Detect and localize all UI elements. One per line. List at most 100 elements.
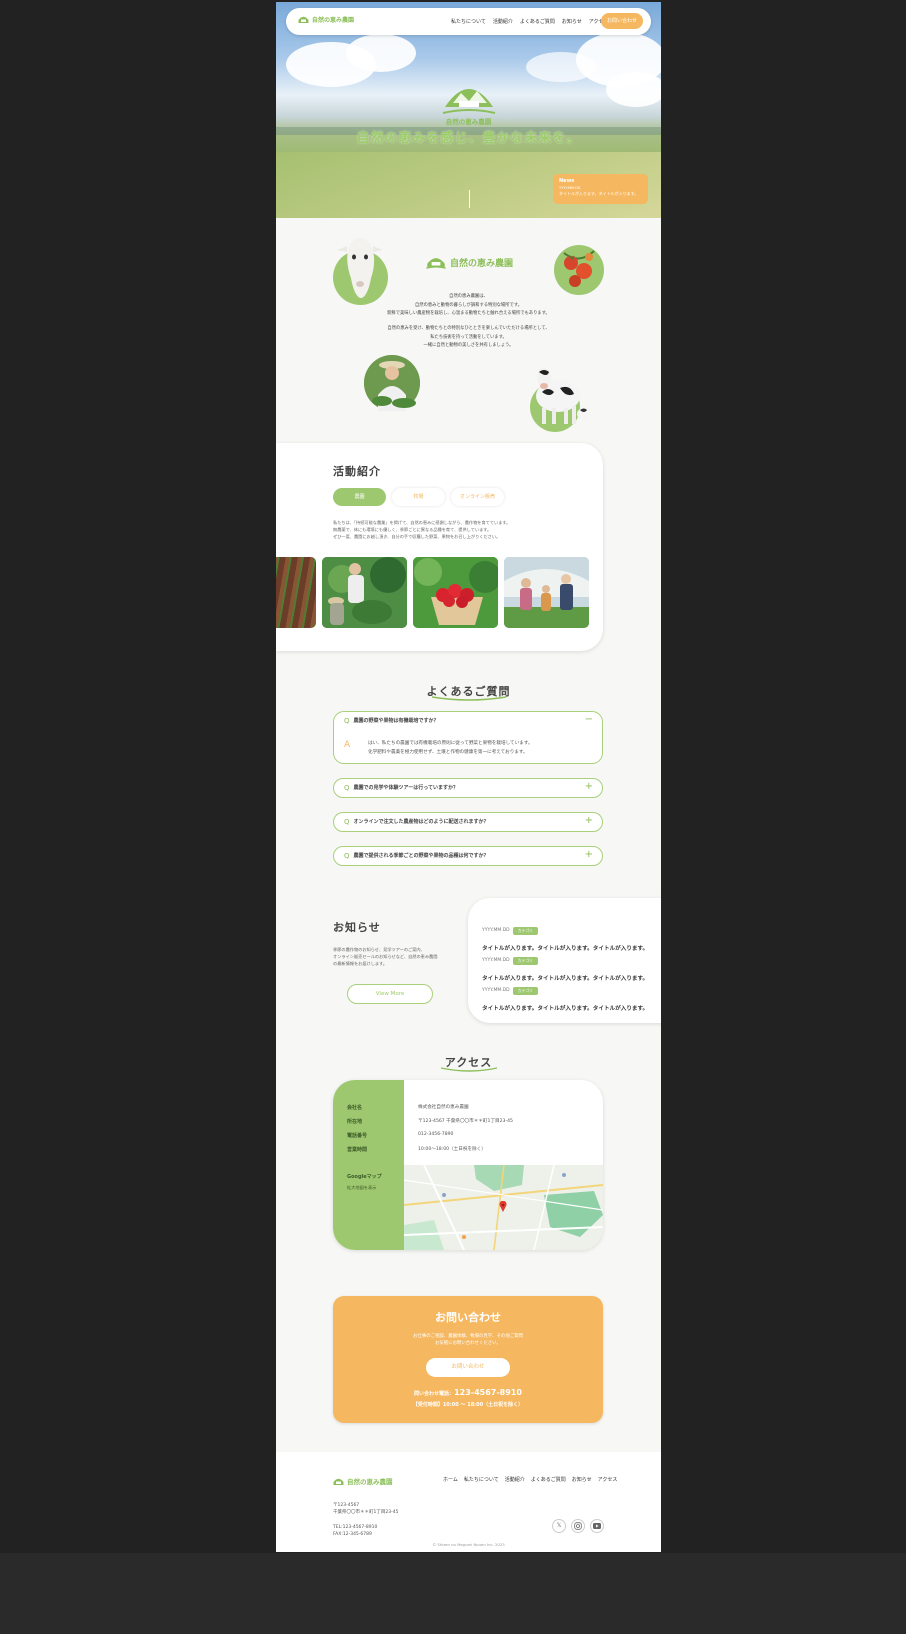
news-date: YYYY.MM.DD — [482, 988, 510, 993]
view-more-button[interactable]: View More — [347, 984, 433, 1004]
faq-item[interactable]: Q オンラインで注文した農産物はどのように配送されますか？ + — [333, 812, 603, 832]
nav-link-faq[interactable]: よくあるご質問 — [520, 18, 555, 25]
youtube-icon[interactable] — [590, 1519, 604, 1533]
contact-phone-label: 問い合わせ電話： — [414, 1391, 455, 1397]
nav-link-about[interactable]: 私たちについて — [451, 18, 486, 25]
bottom-background — [0, 1553, 906, 1634]
scroll-indicator — [469, 190, 470, 208]
hero-section: 自然の恵み農園 私たちについて 活動紹介 よくあるご質問 お知らせ アクセス お… — [276, 2, 661, 218]
footer-link-home[interactable]: ホーム — [443, 1476, 458, 1483]
hero-tagline: 自然の恵みを感じ、豊かな未来を。 — [356, 131, 581, 146]
hero-news-card[interactable]: News YYYY.MM.DD タイトルが入ります。タイトルが入ります。 — [553, 174, 648, 204]
instagram-icon[interactable] — [571, 1519, 585, 1533]
footer-nav: ホーム 私たちについて 活動紹介 よくあるご質問 お知らせ アクセス — [443, 1476, 617, 1483]
about-line: 自然の恵みを受け、動物たちとの特別なひとときを楽しんでいただける場所として、 — [387, 326, 550, 331]
farm-logo-icon — [298, 16, 309, 23]
about-line: 私たち技術を持って活動をしています。 — [430, 334, 507, 340]
activity-photo-team[interactable] — [504, 557, 589, 628]
footer-link-news[interactable]: お知らせ — [572, 1476, 592, 1483]
contact-button[interactable]: お問い合わせ — [426, 1358, 510, 1377]
footer-address: 〒123-4567 千葉県〇〇市＊＊町1丁目23-45 — [333, 1502, 398, 1516]
footer-brand: 自然の恵み農園 — [347, 1478, 393, 1486]
faq-question-text: オンラインで注文した農産物はどのように配送されますか？ — [353, 819, 489, 825]
q-letter: Q — [344, 818, 350, 826]
footer-link-faq[interactable]: よくあるご質問 — [531, 1476, 566, 1483]
faq-question: Q 農園での見学や体験ツアーは行っていますか？ — [344, 784, 458, 792]
farm-logo-icon — [442, 89, 496, 114]
news-item-title: タイトルが入ります。タイトルが入ります。タイトルが入ります。 — [482, 1006, 649, 1012]
activities-line: 私たちは、「持続可能な農業」を掲げて、自然の恵みに感謝しながら、農作物を育ててい… — [333, 520, 511, 525]
tab-online-shop[interactable]: オンライン販売 — [451, 488, 504, 506]
farmer-photo — [364, 355, 420, 411]
activities-line: ぜひ一度、農園にお越し頂き、自分の手で収穫した野菜、果物をお召し上がりください。 — [333, 534, 501, 539]
news-item[interactable]: YYYY.MM.DD カテゴリ タイトルが入ります。タイトルが入ります。タイトルが… — [482, 920, 661, 952]
news-item[interactable]: YYYY.MM.DD カテゴリ タイトルが入ります。タイトルが入ります。タイトルが… — [482, 980, 661, 1012]
contact-description: お仕事のご相談、農園体験、牧場の見学、その他ご質問 お気軽にお問い合わせください… — [333, 1333, 603, 1347]
x-icon[interactable]: 𝕏 — [552, 1519, 566, 1533]
footer-logo[interactable]: 自然の恵み農園 — [333, 1476, 393, 1486]
nav-link-activities[interactable]: 活動紹介 — [493, 18, 513, 25]
title-underline — [440, 1067, 498, 1072]
nav-contact-button[interactable]: お問い合わせ — [601, 13, 643, 29]
faq-answer-text: はい、私たちの農園では有機栽培の原則に従って野菜と果物を栽培しています。 化学肥… — [368, 739, 588, 757]
faq-question-text: 農園での見学や体験ツアーは行っていますか？ — [353, 785, 458, 791]
faq-question: Q オンラインで注文した農産物はどのように配送されますか？ — [344, 818, 489, 826]
tomato-photo — [554, 245, 604, 295]
news-desc-line: オンライン販売セールのお知らせなど、自然の恵み農園 — [333, 954, 438, 959]
hero-brand: 自然の恵み農園 — [445, 118, 492, 126]
about-brand: 自然の恵み農園 — [450, 258, 514, 269]
contact-phone-number[interactable]: 123-4567-8910 — [454, 1388, 522, 1397]
access-value-address: 〒123-4567 千葉県〇〇市＊＊町1丁目23-45 — [418, 1119, 513, 1124]
copyright: © Shizen no Megumi Nouen Inc. 2023 — [432, 1542, 505, 1547]
activity-photo-soil[interactable] — [276, 557, 316, 628]
farm-logo-icon — [426, 258, 446, 269]
footer-link-activities[interactable]: 活動紹介 — [505, 1476, 525, 1483]
about-line: 自然の恵みと動物の暮らしが調和する特別な場所です。 — [415, 302, 522, 308]
activity-photo-farmers[interactable] — [322, 557, 407, 628]
faq-toggle-icon[interactable]: + — [585, 815, 593, 826]
news-item[interactable]: YYYY.MM.DD カテゴリ タイトルが入ります。タイトルが入ります。タイトルが… — [482, 950, 661, 982]
activities-title: 活動紹介 — [333, 465, 381, 478]
faq-answer-line: 化学肥料や農薬を極力使用せず、土壌と作物の健康を第一に考えております。 — [368, 750, 528, 755]
faq-toggle-icon[interactable]: + — [585, 781, 593, 792]
access-value-company: 株式会社自然の恵み農園 — [418, 1105, 469, 1110]
activity-photo-strawberries[interactable] — [413, 557, 498, 628]
hero-news-label: News — [559, 178, 575, 184]
faq-item[interactable]: Q 農園の野菜や果物は有機栽培ですか？ − A はい、私たちの農園では有機栽培の原… — [333, 711, 603, 764]
nav-link-news[interactable]: お知らせ — [562, 18, 582, 25]
faq-question-text: 農園の野菜や果物は有機栽培ですか？ — [353, 718, 439, 724]
q-letter: Q — [344, 784, 350, 792]
contact-desc-line: お仕事のご相談、農園体験、牧場の見学、その他ご質問 — [413, 1334, 523, 1339]
news-title: お知らせ — [333, 921, 381, 934]
news-category-badge: カテゴリ — [512, 986, 538, 995]
map-enlarge-link[interactable]: 拡大地図を表示 — [347, 1185, 376, 1191]
footer-tel: TEL:123-4567-8910 — [333, 1525, 378, 1530]
landing-page: 自然の恵み農園 私たちについて 活動紹介 よくあるご質問 お知らせ アクセス お… — [276, 2, 661, 1552]
hero-news-date: YYYY.MM.DD — [559, 186, 581, 190]
faq-toggle-icon[interactable]: + — [585, 849, 593, 860]
map-pin-icon — [499, 1201, 507, 1212]
nav-logo[interactable]: 自然の恵み農園 — [298, 15, 354, 24]
contact-desc-line: お気軽にお問い合わせください。 — [435, 1341, 501, 1346]
tab-ranch[interactable]: 牧場 — [392, 488, 445, 506]
access-card: 会社名 所在地 電話番号 営業時間 Googleマップ 拡大地図を表示 株式会社… — [333, 1080, 603, 1250]
activities-description: 私たちは、「持続可能な農業」を掲げて、自然の恵みに感謝しながら、農作物を育ててい… — [333, 519, 553, 540]
about-paragraph-2: 自然の恵みを受け、動物たちとの特別なひとときを楽しんでいただける場所として、 私… — [346, 325, 591, 351]
about-line: 自然の恵み農園は、 — [449, 294, 488, 299]
activities-line: 無農薬で、体にも環境にも優しく、季節ごとに異なる品種を育て、提供しています。 — [333, 527, 492, 532]
cloud — [346, 34, 416, 72]
footer-fax: FAX:12-345-6789 — [333, 1532, 372, 1537]
faq-item[interactable]: Q 農園で提供される季節ごとの野菜や果物の品種は何ですか？ + — [333, 846, 603, 866]
news-desc-line: の最新情報をお届けします。 — [333, 961, 388, 966]
a-letter: A — [344, 740, 351, 750]
footer-link-access[interactable]: アクセス — [598, 1476, 618, 1483]
tab-farm[interactable]: 農園 — [333, 488, 386, 506]
footer-link-about[interactable]: 私たちについて — [464, 1476, 499, 1483]
faq-toggle-icon[interactable]: − — [585, 714, 593, 725]
faq-item[interactable]: Q 農園での見学や体験ツアーは行っていますか？ + — [333, 778, 603, 798]
news-category-badge: カテゴリ — [512, 956, 538, 965]
contact-phone: 問い合わせ電話：123-4567-8910 — [333, 1388, 603, 1397]
news-category-badge: カテゴリ — [512, 926, 538, 935]
access-value-phone: 012-3456-7890 — [418, 1132, 454, 1137]
google-map[interactable] — [404, 1165, 603, 1250]
